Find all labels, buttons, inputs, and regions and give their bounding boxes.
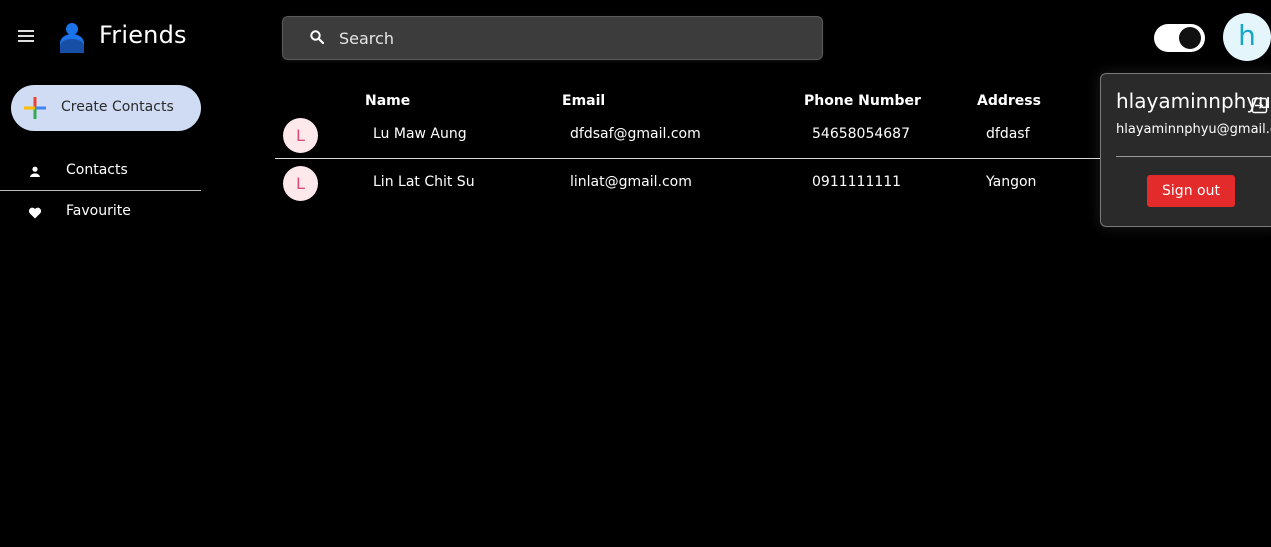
contact-name: Lu Maw Aung bbox=[373, 126, 467, 142]
table-row[interactable]: L Lin Lat Chit Su linlat@gmail.com 09111… bbox=[275, 159, 1115, 207]
sidebar-item-label: Favourite bbox=[66, 203, 131, 219]
search-icon bbox=[310, 30, 325, 45]
exit-icon[interactable] bbox=[1251, 97, 1268, 114]
sidebar-item-favourite[interactable]: Favourite bbox=[0, 194, 201, 232]
contact-avatar: L bbox=[283, 118, 318, 153]
heart-icon bbox=[28, 207, 42, 219]
contacts-logo-icon bbox=[60, 23, 84, 53]
column-header-email: Email bbox=[562, 93, 606, 109]
column-header-name: Name bbox=[365, 93, 411, 109]
person-icon bbox=[30, 166, 40, 177]
contact-address: dfdasf bbox=[986, 126, 1030, 142]
theme-toggle[interactable] bbox=[1154, 24, 1205, 52]
app-root: Friends h Create Contacts Contacts Fa bbox=[0, 0, 1271, 547]
contact-address: Yangon bbox=[986, 174, 1037, 190]
account-email: hlayaminnphyu@gmail.com bbox=[1116, 122, 1271, 137]
contact-email: dfdsaf@gmail.com bbox=[570, 126, 701, 142]
contact-email: linlat@gmail.com bbox=[570, 174, 692, 190]
popover-divider bbox=[1116, 156, 1271, 157]
contact-phone: 0911111111 bbox=[812, 174, 902, 190]
sign-out-button[interactable]: Sign out bbox=[1147, 175, 1235, 207]
account-popover: hlayaminnphyu hlayaminnphyu@gmail.com Si… bbox=[1100, 73, 1271, 227]
create-contacts-label: Create Contacts bbox=[61, 99, 174, 115]
table-row[interactable]: L Lu Maw Aung dfdsaf@gmail.com 546580546… bbox=[275, 111, 1115, 159]
contact-phone: 54658054687 bbox=[812, 126, 910, 142]
account-name: hlayaminnphyu bbox=[1116, 89, 1271, 113]
toggle-knob bbox=[1179, 27, 1201, 49]
create-contacts-button[interactable]: Create Contacts bbox=[11, 85, 201, 131]
account-avatar[interactable]: h bbox=[1223, 13, 1271, 61]
column-header-phone: Phone Number bbox=[804, 93, 921, 109]
column-header-address: Address bbox=[977, 93, 1041, 109]
search-bar[interactable] bbox=[282, 16, 823, 60]
plus-icon bbox=[24, 97, 46, 119]
menu-icon[interactable] bbox=[18, 28, 34, 44]
app-title: Friends bbox=[99, 21, 187, 49]
sidebar-item-label: Contacts bbox=[66, 162, 128, 178]
contact-name: Lin Lat Chit Su bbox=[373, 174, 475, 190]
search-input[interactable] bbox=[339, 17, 809, 59]
contact-avatar: L bbox=[283, 166, 318, 201]
sidebar-item-contacts[interactable]: Contacts bbox=[0, 153, 201, 191]
